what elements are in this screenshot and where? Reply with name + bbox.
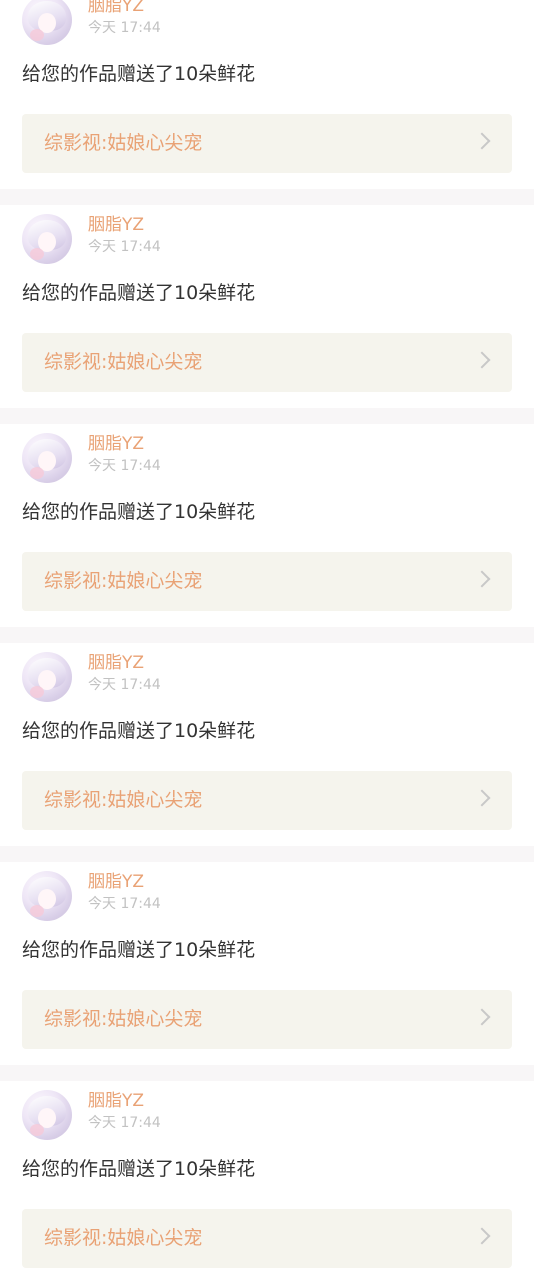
user-name[interactable]: 胭脂YZ bbox=[88, 1090, 144, 1112]
user-avatar-icon[interactable] bbox=[22, 1090, 72, 1140]
work-title: 综影视:姑娘心尖宠 bbox=[44, 132, 203, 154]
chevron-right-icon bbox=[473, 789, 491, 807]
notification-feed: 胭脂YZ 今天 17:44 给您的作品赠送了10朵鲜花 综影视:姑娘心尖宠 胭脂… bbox=[0, 0, 534, 1280]
work-link-button[interactable]: 综影视:姑娘心尖宠 bbox=[22, 1209, 512, 1268]
timestamp: 今天 17:44 bbox=[88, 20, 161, 36]
user-avatar-icon[interactable] bbox=[22, 652, 72, 702]
notification-card: 胭脂YZ 今天 17:44 给您的作品赠送了10朵鲜花 综影视:姑娘心尖宠 bbox=[0, 0, 534, 189]
user-name[interactable]: 胭脂YZ bbox=[88, 652, 144, 674]
work-link-button[interactable]: 综影视:姑娘心尖宠 bbox=[22, 552, 512, 611]
chevron-right-icon bbox=[473, 351, 491, 369]
work-link-button[interactable]: 综影视:姑娘心尖宠 bbox=[22, 114, 512, 173]
separator bbox=[0, 627, 534, 643]
user-avatar-icon[interactable] bbox=[22, 433, 72, 483]
notification-card: 胭脂YZ 今天 17:44 给您的作品赠送了10朵鲜花 综影视:姑娘心尖宠 bbox=[0, 424, 534, 627]
user-avatar-icon[interactable] bbox=[22, 214, 72, 264]
user-name[interactable]: 胭脂YZ bbox=[88, 214, 144, 236]
notification-card: 胭脂YZ 今天 17:44 给您的作品赠送了10朵鲜花 综影视:姑娘心尖宠 bbox=[0, 205, 534, 408]
chevron-right-icon bbox=[473, 1227, 491, 1245]
chevron-right-icon bbox=[473, 570, 491, 588]
notification-card: 胭脂YZ 今天 17:44 给您的作品赠送了10朵鲜花 综影视:姑娘心尖宠 bbox=[0, 1081, 534, 1280]
separator bbox=[0, 846, 534, 862]
timestamp: 今天 17:44 bbox=[88, 1115, 161, 1131]
work-title: 综影视:姑娘心尖宠 bbox=[44, 789, 203, 811]
work-title: 综影视:姑娘心尖宠 bbox=[44, 1227, 203, 1249]
user-avatar-icon[interactable] bbox=[22, 0, 72, 45]
notification-message: 给您的作品赠送了10朵鲜花 bbox=[22, 501, 256, 523]
user-avatar-icon[interactable] bbox=[22, 871, 72, 921]
separator bbox=[0, 189, 534, 205]
user-name[interactable]: 胭脂YZ bbox=[88, 871, 144, 893]
work-link-button[interactable]: 综影视:姑娘心尖宠 bbox=[22, 771, 512, 830]
notification-message: 给您的作品赠送了10朵鲜花 bbox=[22, 63, 256, 85]
timestamp: 今天 17:44 bbox=[88, 677, 161, 693]
notification-card: 胭脂YZ 今天 17:44 给您的作品赠送了10朵鲜花 综影视:姑娘心尖宠 bbox=[0, 643, 534, 846]
timestamp: 今天 17:44 bbox=[88, 896, 161, 912]
separator bbox=[0, 408, 534, 424]
timestamp: 今天 17:44 bbox=[88, 458, 161, 474]
notification-message: 给您的作品赠送了10朵鲜花 bbox=[22, 720, 256, 742]
work-title: 综影视:姑娘心尖宠 bbox=[44, 351, 203, 373]
work-title: 综影视:姑娘心尖宠 bbox=[44, 1008, 203, 1030]
chevron-right-icon bbox=[473, 1008, 491, 1026]
user-name[interactable]: 胭脂YZ bbox=[88, 433, 144, 455]
work-link-button[interactable]: 综影视:姑娘心尖宠 bbox=[22, 333, 512, 392]
notification-card: 胭脂YZ 今天 17:44 给您的作品赠送了10朵鲜花 综影视:姑娘心尖宠 bbox=[0, 862, 534, 1065]
work-link-button[interactable]: 综影视:姑娘心尖宠 bbox=[22, 990, 512, 1049]
work-title: 综影视:姑娘心尖宠 bbox=[44, 570, 203, 592]
notification-message: 给您的作品赠送了10朵鲜花 bbox=[22, 939, 256, 961]
chevron-right-icon bbox=[473, 132, 491, 150]
notification-message: 给您的作品赠送了10朵鲜花 bbox=[22, 282, 256, 304]
notification-message: 给您的作品赠送了10朵鲜花 bbox=[22, 1158, 256, 1180]
timestamp: 今天 17:44 bbox=[88, 239, 161, 255]
separator bbox=[0, 1065, 534, 1081]
user-name[interactable]: 胭脂YZ bbox=[88, 0, 144, 17]
